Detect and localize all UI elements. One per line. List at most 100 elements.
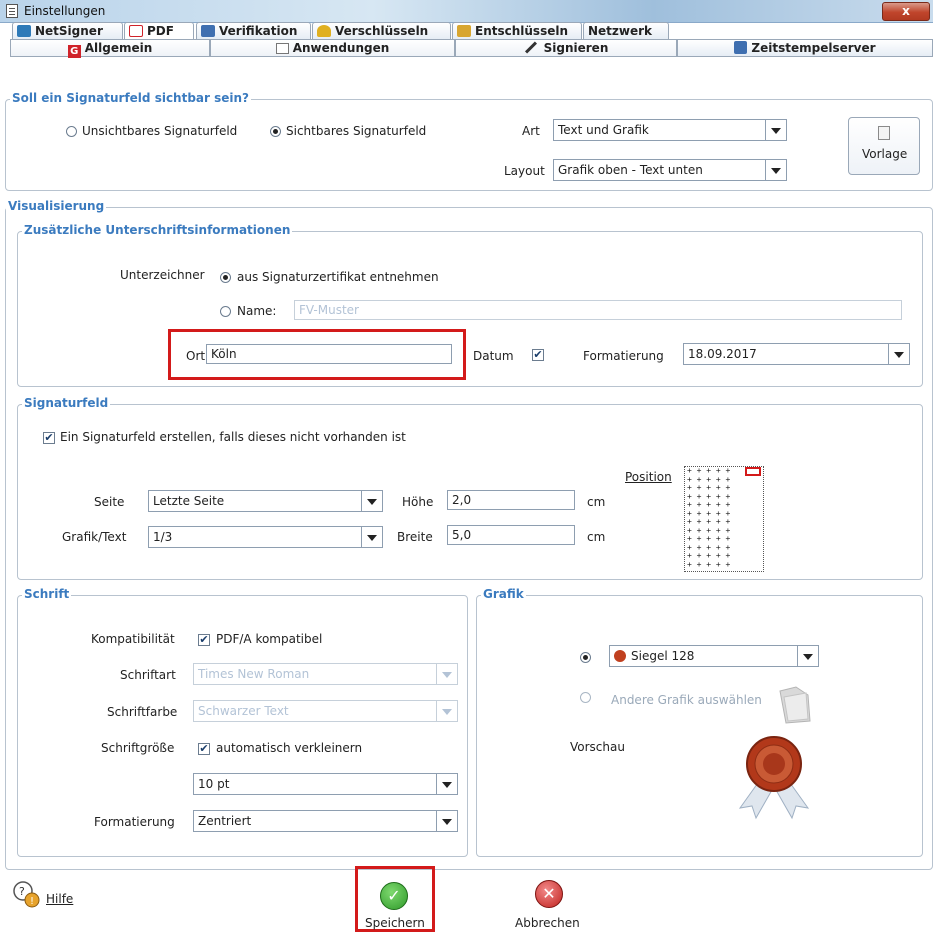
pdfa-checkbox[interactable]: ✔: [198, 634, 210, 646]
window-title: Einstellungen: [24, 4, 106, 18]
schriftart-select[interactable]: Times New Roman: [193, 663, 458, 685]
visible-field-radio[interactable]: [270, 126, 281, 137]
visibility-group-title: Soll ein Signaturfeld sichtbar sein?: [10, 91, 252, 105]
help-icon[interactable]: ?!: [12, 880, 42, 910]
schriftart-label: Schriftart: [120, 668, 176, 682]
hoehe-input[interactable]: 2,0: [447, 490, 575, 510]
selected-position-marker: [745, 467, 761, 476]
chevron-down-icon: [797, 646, 818, 666]
auto-shrink-checkbox[interactable]: ✔: [198, 743, 210, 755]
tab-verschluesseln[interactable]: Verschlüsseln: [312, 22, 451, 39]
siegel-radio[interactable]: [580, 652, 591, 663]
visualisierung-title: Visualisierung: [6, 199, 107, 213]
siegel-select[interactable]: Siegel 128: [609, 645, 819, 667]
tab-zeitstempelserver[interactable]: Zeitstempelserver: [677, 39, 933, 56]
signaturfeld-title: Signaturfeld: [22, 396, 111, 410]
from-certificate-label: aus Signaturzertifikat entnehmen: [237, 270, 439, 284]
grafik-title: Grafik: [481, 587, 526, 601]
position-label: Position: [625, 470, 672, 484]
pdf-icon: [129, 25, 143, 37]
chevron-down-icon: [765, 160, 786, 180]
schriftfarbe-label: Schriftfarbe: [107, 705, 178, 719]
create-field-label: Ein Signaturfeld erstellen, falls dieses…: [60, 430, 406, 444]
tab-allgemein[interactable]: G Allgemein: [10, 39, 210, 58]
schriftgroesse-label: Schriftgröße: [101, 741, 175, 755]
tab-anwendungen[interactable]: Anwendungen: [210, 39, 455, 56]
formatierung-date-label: Formatierung: [583, 349, 664, 363]
position-grid[interactable]: + + + + + + + + + + + + + + + + + + + + …: [684, 466, 764, 572]
art-label: Art: [522, 124, 540, 138]
other-graphic-radio[interactable]: [580, 692, 591, 703]
schrift-title: Schrift: [22, 587, 72, 601]
datum-label: Datum: [473, 349, 514, 363]
create-field-checkbox[interactable]: ✔: [43, 432, 55, 444]
grafik-text-select[interactable]: 1/3: [148, 526, 383, 548]
datum-checkbox[interactable]: ✔: [532, 349, 544, 361]
seal-small-icon: [614, 650, 626, 662]
schriftfarbe-select[interactable]: Schwarzer Text: [193, 700, 458, 722]
name-input[interactable]: FV-Muster: [294, 300, 902, 320]
unlock-icon: [457, 25, 471, 37]
layout-label: Layout: [504, 164, 545, 178]
art-select[interactable]: Text und Grafik: [553, 119, 787, 141]
visibility-group: Soll ein Signaturfeld sichtbar sein?: [5, 91, 933, 191]
grafik-text-label: Grafik/Text: [62, 530, 127, 544]
save-check-icon[interactable]: ✓: [380, 882, 408, 910]
svg-text:?: ?: [19, 885, 25, 898]
breite-input[interactable]: 5,0: [447, 525, 575, 545]
tab-entschluesseln[interactable]: Entschlüsseln: [452, 22, 582, 39]
invisible-field-radio[interactable]: [66, 126, 77, 137]
font-size-select[interactable]: 10 pt: [193, 773, 458, 795]
seal-preview-icon: [730, 730, 820, 825]
cancel-button[interactable]: Abbrechen: [515, 916, 580, 930]
svg-text:!: !: [30, 896, 34, 907]
folder-icon[interactable]: [776, 685, 814, 725]
chevron-down-icon: [436, 774, 457, 794]
chevron-down-icon: [361, 491, 382, 511]
template-document-icon: [878, 126, 890, 140]
application-window-icon: [275, 43, 289, 54]
breite-unit: cm: [587, 530, 606, 544]
breite-label: Breite: [397, 530, 433, 544]
netsigner-icon: [17, 25, 31, 37]
chevron-down-icon: [436, 701, 457, 721]
cancel-x-icon[interactable]: ✕: [535, 880, 563, 908]
auto-shrink-label: automatisch verkleinern: [216, 741, 363, 755]
tab-netzwerk[interactable]: Netzwerk: [583, 22, 669, 39]
vorschau-label: Vorschau: [570, 740, 625, 754]
verification-icon: [201, 25, 215, 37]
formatierung-font-label: Formatierung: [94, 815, 175, 829]
tab-signieren[interactable]: Signieren: [455, 39, 677, 56]
tab-netsigner[interactable]: NetSigner: [12, 22, 123, 39]
chevron-down-icon: [436, 811, 457, 831]
hoehe-unit: cm: [587, 495, 606, 509]
name-label: Name:: [237, 304, 277, 318]
timestamp-icon: [734, 41, 748, 54]
tab-verifikation[interactable]: Verifikation: [196, 22, 311, 39]
invisible-field-label: Unsichtbares Signaturfeld: [82, 124, 238, 138]
visible-field-label: Sichtbares Signaturfeld: [286, 124, 427, 138]
seite-label: Seite: [94, 495, 125, 509]
date-format-select[interactable]: 18.09.2017: [683, 343, 910, 365]
kompatibilitaet-label: Kompatibilität: [91, 632, 175, 646]
vorlage-button[interactable]: Vorlage: [848, 117, 920, 175]
signature-info-title: Zusätzliche Unterschriftsinformationen: [22, 223, 293, 237]
general-icon: G: [67, 45, 81, 58]
close-button[interactable]: x: [882, 2, 930, 21]
name-radio[interactable]: [220, 306, 231, 317]
seite-select[interactable]: Letzte Seite: [148, 490, 383, 512]
unterzeichner-label: Unterzeichner: [120, 268, 205, 282]
lock-icon: [317, 25, 331, 37]
pdfa-label: PDF/A kompatibel: [216, 632, 323, 646]
layout-select[interactable]: Grafik oben - Text unten: [553, 159, 787, 181]
help-link[interactable]: Hilfe: [46, 892, 73, 906]
tab-pdf[interactable]: PDF: [124, 22, 194, 39]
chevron-down-icon: [361, 527, 382, 547]
alignment-select[interactable]: Zentriert: [193, 810, 458, 832]
pen-icon: [524, 41, 537, 54]
chevron-down-icon: [888, 344, 909, 364]
other-graphic-label: Andere Grafik auswählen: [611, 693, 762, 707]
save-button[interactable]: Speichern: [365, 916, 425, 930]
from-certificate-radio[interactable]: [220, 272, 231, 283]
vorlage-label: Vorlage: [862, 147, 908, 161]
